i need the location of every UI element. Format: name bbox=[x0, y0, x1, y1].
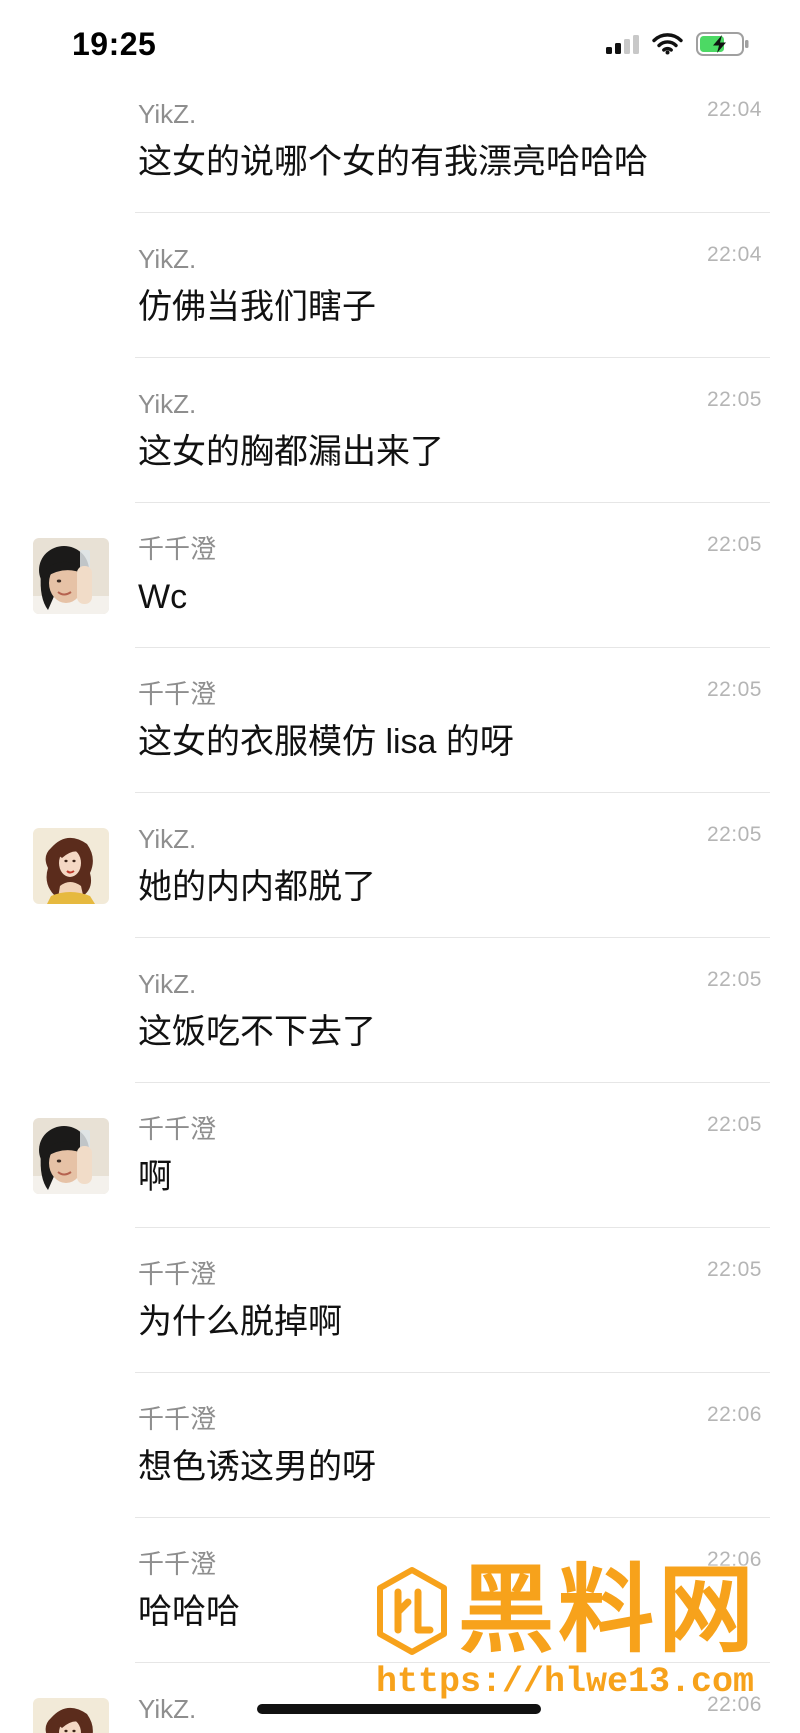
hexagon-logo-icon bbox=[376, 1566, 448, 1656]
sender-name: 千千澄 bbox=[138, 1114, 217, 1144]
message-row[interactable]: YikZ. 22:05 她的内内都脱了 bbox=[0, 793, 800, 938]
sender-name: 千千澄 bbox=[138, 534, 217, 564]
signal-bar bbox=[615, 43, 621, 54]
sender-name: YikZ. bbox=[138, 969, 197, 999]
message-text: 这女的胸都漏出来了 bbox=[138, 433, 444, 471]
message-row[interactable]: 千千澄 22:05 啊 bbox=[0, 1083, 800, 1228]
avatar[interactable] bbox=[33, 828, 109, 904]
message-row[interactable]: YikZ. 22:04 这女的说哪个女的有我漂亮哈哈哈 bbox=[0, 68, 800, 213]
sender-name: 千千澄 bbox=[138, 1549, 217, 1579]
message-text: 这女的说哪个女的有我漂亮哈哈哈 bbox=[138, 143, 648, 181]
message-text: 想色诱这男的呀 bbox=[138, 1448, 376, 1486]
status-time: 19:25 bbox=[72, 26, 157, 62]
avatar[interactable] bbox=[33, 1118, 109, 1194]
home-indicator[interactable] bbox=[257, 1704, 541, 1714]
sender-name: 千千澄 bbox=[138, 1259, 217, 1289]
message-time: 22:05 bbox=[706, 533, 762, 556]
message-time: 22:04 bbox=[706, 98, 762, 121]
message-row[interactable]: YikZ. 22:05 这女的胸都漏出来了 bbox=[0, 358, 800, 503]
sender-name: 千千澄 bbox=[138, 679, 217, 709]
cellular-signal-icon bbox=[606, 34, 642, 54]
watermark-brand: 黑料网 bbox=[458, 1560, 758, 1660]
message-row[interactable]: 千千澄 22:05 为什么脱掉啊 bbox=[0, 1228, 800, 1373]
sender-name: YikZ. bbox=[138, 244, 197, 274]
wifi-icon bbox=[651, 31, 684, 55]
message-text: Wc bbox=[138, 578, 188, 616]
message-text: 这女的衣服模仿 lisa 的呀 bbox=[138, 723, 514, 761]
message-row[interactable]: YikZ. 22:05 这饭吃不下去了 bbox=[0, 938, 800, 1083]
message-time: 22:05 bbox=[706, 678, 762, 701]
message-row[interactable]: 千千澄 22:05 Wc bbox=[0, 503, 800, 648]
message-text: 为什么脱掉啊 bbox=[138, 1303, 342, 1341]
avatar[interactable] bbox=[33, 1698, 109, 1733]
message-row[interactable]: 千千澄 22:05 这女的衣服模仿 lisa 的呀 bbox=[0, 648, 800, 793]
message-time: 22:06 bbox=[706, 1403, 762, 1426]
message-text: 啊 bbox=[138, 1158, 172, 1196]
sender-name: YikZ. bbox=[138, 824, 197, 854]
message-time: 22:05 bbox=[706, 1258, 762, 1281]
message-time: 22:05 bbox=[706, 1113, 762, 1136]
message-time: 22:04 bbox=[706, 243, 762, 266]
sender-name: YikZ. bbox=[138, 389, 197, 419]
avatar[interactable] bbox=[33, 538, 109, 614]
message-text: 这饭吃不下去了 bbox=[138, 1013, 376, 1051]
signal-bar bbox=[624, 39, 630, 54]
message-row[interactable]: YikZ. 22:04 仿佛当我们瞎子 bbox=[0, 213, 800, 358]
sender-name: YikZ. bbox=[138, 99, 197, 129]
sender-name: YikZ. bbox=[138, 1694, 197, 1724]
watermark-url: https://hlwe13.com bbox=[376, 1664, 755, 1700]
message-text: 她的内内都脱了 bbox=[138, 868, 376, 906]
message-text: 哈哈哈 bbox=[138, 1593, 240, 1631]
message-time: 22:05 bbox=[706, 388, 762, 411]
message-time: 22:05 bbox=[706, 968, 762, 991]
battery-charging-icon bbox=[696, 32, 752, 56]
signal-bar bbox=[633, 35, 639, 54]
message-text: 仿佛当我们瞎子 bbox=[138, 288, 376, 326]
status-bar: 19:25 bbox=[0, 0, 800, 68]
message-row[interactable]: 千千澄 22:06 想色诱这男的呀 bbox=[0, 1373, 800, 1518]
sender-name: 千千澄 bbox=[138, 1404, 217, 1434]
signal-bar bbox=[606, 47, 612, 54]
message-time: 22:05 bbox=[706, 823, 762, 846]
message-list[interactable]: YikZ. 22:04 这女的说哪个女的有我漂亮哈哈哈 YikZ. 22:04 … bbox=[0, 68, 800, 1733]
